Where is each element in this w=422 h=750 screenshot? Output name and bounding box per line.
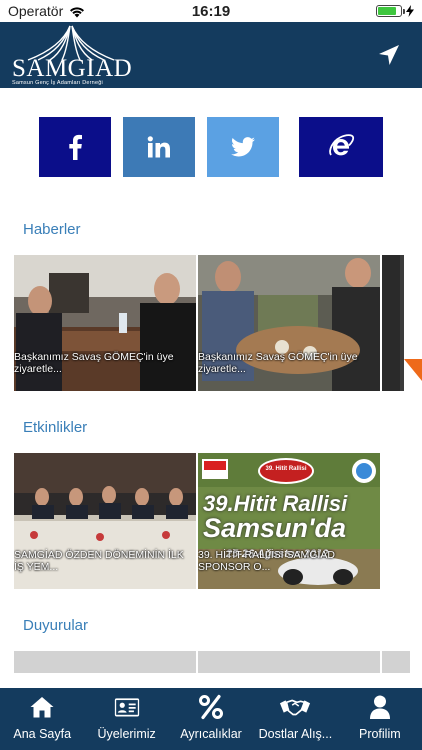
event-caption: SAMGİAD ÖZDEN DÖNEMİNİN İLK İŞ YEM... [14,549,184,573]
event-card[interactable]: 39. Hitit Rallisi 39.Hitit Rallisi Samsu… [198,453,380,589]
linkedin-icon [147,136,170,158]
facebook-icon [69,134,82,160]
tab-label: Dostlar Alış... [258,727,333,741]
news-card[interactable]: Başkanımız Savaş GÖMEÇ'in üye ziyaretle.… [198,255,380,391]
tab-bar: Ana Sayfa Üyelerimiz Ayrıcalıklar Dostla… [0,688,422,750]
tab-ana-sayfa[interactable]: Ana Sayfa [0,688,84,750]
duyurular-carousel[interactable] [14,651,422,673]
percent-icon [199,694,224,720]
tab-label: Üyelerimiz [97,727,156,741]
twitter-button[interactable] [207,117,279,177]
logo-title: SAMGIAD [12,55,133,82]
internet-explorer-icon [329,134,355,156]
rally-poster-badge: 39. Hitit Rallisi [265,466,307,472]
news-card[interactable]: Başkanımız Savaş GÖMEÇ'in üye ziyaretle.… [14,255,196,391]
facebook-button[interactable] [39,117,111,177]
location-arrow-icon[interactable] [376,42,402,68]
tab-dostlar-alisveris[interactable]: Dostlar Alış... [253,688,337,750]
section-title-duyurular: Duyurular [23,617,89,634]
tab-uyelerimiz[interactable]: Üyelerimiz [84,688,168,750]
haberler-carousel[interactable]: Başkanımız Savaş GÖMEÇ'in üye ziyaretle.… [14,255,422,391]
internet-explorer-button[interactable] [299,117,383,177]
tab-ayricaliklar[interactable]: Ayrıcalıklar [169,688,253,750]
tab-profilim[interactable]: Profilim [338,688,422,750]
announcement-placeholder [14,651,196,673]
social-row [0,117,422,177]
section-title-haberler: Haberler [23,221,81,238]
user-icon [369,695,390,719]
logo-subtitle: Samsun Genç İş Adamları Derneği [12,80,103,86]
event-caption: 39. HİTİT RALLİSİ SAMGİAD SPONSOR O... [198,549,335,573]
news-card[interactable] [382,255,422,391]
announcement-placeholder [382,651,410,673]
wifi-icon [70,6,85,17]
etkinlikler-carousel[interactable]: SAMGİAD ÖZDEN DÖNEMİNİN İLK İŞ YEM... 39… [14,453,422,589]
tab-label: Profilim [358,727,401,741]
status-bar: Operatör 16:19 [0,0,422,22]
id-card-icon [114,698,139,717]
news-caption: Başkanımız Savaş GÖMEÇ'in üye ziyaretle.… [198,351,358,375]
twitter-icon [231,137,255,157]
linkedin-button[interactable] [123,117,195,177]
carrier-label: Operatör [8,3,64,19]
handshake-icon [280,699,311,716]
tab-label: Ana Sayfa [13,727,72,741]
charging-icon [406,5,414,17]
home-icon [30,697,54,718]
rally-poster-city: Samsun'da [203,513,346,543]
tab-label: Ayrıcalıklar [180,727,242,741]
news-caption: Başkanımız Savaş GÖMEÇ'in üye ziyaretle.… [14,351,174,375]
app-header: SAMGIAD Samsun Genç İş Adamları Derneği [0,22,422,88]
event-card[interactable]: SAMGİAD ÖZDEN DÖNEMİNİN İLK İŞ YEM... [14,453,196,589]
battery-icon [376,5,405,17]
news-photo [382,255,422,391]
announcement-placeholder [198,651,380,673]
section-title-etkinlikler: Etkinlikler [23,419,88,436]
